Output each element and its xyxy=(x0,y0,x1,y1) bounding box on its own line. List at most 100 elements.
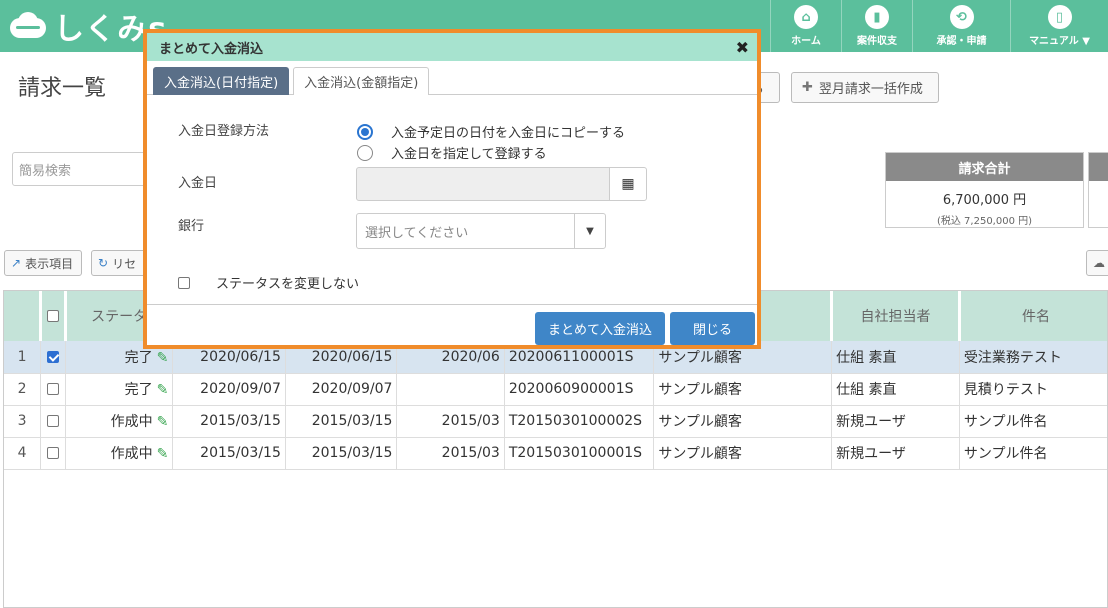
col-select[interactable] xyxy=(40,291,67,341)
tab-by-amount[interactable]: 入金消込(金額指定) xyxy=(293,67,430,95)
close-icon[interactable]: ✖ xyxy=(736,38,749,57)
status-text: 完了 xyxy=(124,349,153,366)
row-number: 1 xyxy=(4,341,42,374)
bulk-apply-button[interactable]: まとめて入金消込 xyxy=(535,312,665,345)
row-checkbox-cell[interactable] xyxy=(40,405,66,438)
payment-date-input[interactable] xyxy=(356,167,610,201)
nav-label: マニュアル ▼ xyxy=(1029,36,1090,47)
chart-icon: ▮ xyxy=(865,5,889,29)
pencil-icon[interactable]: ✎ xyxy=(157,414,169,430)
summary-tax-included: (税込 7,250,000 円) xyxy=(936,216,1033,227)
select-all-checkbox[interactable] xyxy=(47,310,60,322)
display-columns-button[interactable]: ↗ 表示項目 xyxy=(4,250,82,276)
col-subject[interactable]: 件名 xyxy=(959,291,1107,341)
reset-label: リセ xyxy=(112,256,137,271)
keep-status-option[interactable]: ステータスを変更しない xyxy=(178,273,359,292)
staff-cell: 新規ユーザ xyxy=(831,405,960,438)
row-checkbox[interactable] xyxy=(47,383,60,395)
customer-cell: サンプル顧客 xyxy=(653,373,833,406)
close-button[interactable]: 閉じる xyxy=(670,312,755,345)
radio-specify-date-label: 入金日を指定して登録する xyxy=(391,147,547,162)
next-month-bulk-button[interactable]: ✚ 翌月請求一括作成 xyxy=(791,72,939,103)
status-text: 完了 xyxy=(124,382,153,398)
cloud-download-button[interactable]: ☁ xyxy=(1086,250,1108,276)
home-icon: ⌂ xyxy=(794,5,818,29)
row-checkbox[interactable] xyxy=(47,447,60,459)
code-cell[interactable]: T2015030100002S xyxy=(504,405,655,438)
dialog-header: まとめて入金消込 ✖ xyxy=(147,33,757,61)
code-cell[interactable]: T2015030100001S xyxy=(504,437,655,470)
keep-status-checkbox[interactable] xyxy=(178,276,190,289)
status-cell: 作成中 ✎ xyxy=(65,437,174,470)
chevron-down-icon[interactable]: ▼ xyxy=(574,214,605,248)
summary-value: 6,700,000 円 xyxy=(942,193,1027,208)
subject-cell: サンプル件名 xyxy=(959,405,1107,438)
manual-icon: ▯ xyxy=(1047,5,1072,29)
table-row[interactable]: 2 完了 ✎ 2020/09/07 2020/09/07 202006090000… xyxy=(4,373,1107,406)
staff-cell: 新規ユーザ xyxy=(831,437,960,470)
status-cell: 完了 ✎ xyxy=(65,373,174,406)
bank-select[interactable]: 選択してください ▼ xyxy=(356,213,606,249)
invoice-total-panel: 請求合計 6,700,000 円 (税込 7,250,000 円) xyxy=(885,152,1084,228)
radio-specify-date[interactable]: 入金日を指定して登録する xyxy=(357,143,547,162)
dialog-tabs: 入金消込(日付指定) 入金消込(金額指定) xyxy=(147,61,757,95)
nav-project-balance[interactable]: ▮ 案件収支 xyxy=(841,0,912,52)
date-cell: 2015/03/15 xyxy=(172,405,286,438)
simple-search-input[interactable]: 簡易検索 xyxy=(12,152,157,186)
code-cell[interactable]: 2020060900001S xyxy=(504,373,655,406)
table-row[interactable]: 4 作成中 ✎ 2015/03/15 2015/03/15 2015/03 T20… xyxy=(4,437,1107,470)
bank-select-placeholder: 選択してください xyxy=(365,225,469,241)
pencil-icon[interactable]: ✎ xyxy=(157,446,169,462)
nav-manual[interactable]: ▯ マニュアル ▼ xyxy=(1010,0,1108,52)
row-checkbox-cell[interactable] xyxy=(40,341,66,374)
row-number: 3 xyxy=(4,405,42,438)
nav-approval[interactable]: ⟲ 承認・申請 xyxy=(912,0,1010,52)
pencil-icon[interactable]: ✎ xyxy=(157,350,169,366)
row-checkbox[interactable] xyxy=(47,350,60,363)
date-cell: 2020/09/07 xyxy=(285,373,398,406)
col-number xyxy=(4,291,43,341)
nav-label: ホーム xyxy=(791,36,821,47)
subject-cell: 見積りテスト xyxy=(959,373,1107,406)
radio-specify-date-button[interactable] xyxy=(357,144,373,161)
reset-button[interactable]: ↻ リセ xyxy=(91,250,151,276)
date-cell: 2020/09/07 xyxy=(172,373,286,406)
row-number: 2 xyxy=(4,373,42,406)
nav-home[interactable]: ⌂ ホーム xyxy=(770,0,841,52)
customer-cell: サンプル顧客 xyxy=(653,405,833,438)
bulk-payment-dialog: まとめて入金消込 ✖ 入金消込(日付指定) 入金消込(金額指定) 入金日登録方法… xyxy=(143,29,761,349)
payment-date-label: 入金日 xyxy=(178,176,218,191)
subject-cell: サンプル件名 xyxy=(959,437,1107,470)
staff-cell: 仕組 素直 xyxy=(831,373,960,406)
date-cell: 2015/03/15 xyxy=(285,405,398,438)
radio-copy-date-button[interactable] xyxy=(357,123,373,140)
date-cell: 2015/03/15 xyxy=(285,437,398,470)
row-checkbox[interactable] xyxy=(47,415,60,427)
month-cell: 2015/03 xyxy=(396,405,505,438)
col-staff[interactable]: 自社担当者 xyxy=(831,291,961,341)
top-nav-menu: ⌂ ホーム ▮ 案件収支 ⟲ 承認・申請 ▯ マニュアル ▼ xyxy=(770,0,1108,52)
bank-label: 銀行 xyxy=(178,219,205,234)
staff-cell: 仕組 素直 xyxy=(831,341,960,374)
nav-label: 承認・申請 xyxy=(936,36,987,47)
pencil-icon[interactable]: ✎ xyxy=(157,382,169,398)
row-checkbox-cell[interactable] xyxy=(40,437,66,470)
tab-by-date[interactable]: 入金消込(日付指定) xyxy=(153,67,290,95)
nav-label: 案件収支 xyxy=(857,36,897,47)
keep-status-label: ステータスを変更しない xyxy=(216,277,360,292)
status-cell: 作成中 ✎ xyxy=(65,405,174,438)
external-link-icon: ↗ xyxy=(11,256,22,270)
dialog-title: まとめて入金消込 xyxy=(159,41,264,57)
summary-head-2 xyxy=(1089,153,1108,181)
date-cell: 2015/03/15 xyxy=(172,437,286,470)
refresh-icon: ↻ xyxy=(98,256,109,270)
radio-copy-date[interactable]: 入金予定日の日付を入金日にコピーする xyxy=(357,122,625,141)
status-text: 作成中 xyxy=(110,446,153,462)
calendar-icon[interactable]: ▦ xyxy=(609,167,647,201)
summary-panel-2 xyxy=(1088,152,1108,228)
search-placeholder: 簡易検索 xyxy=(19,163,72,179)
table-row[interactable]: 3 作成中 ✎ 2015/03/15 2015/03/15 2015/03 T20… xyxy=(4,405,1107,438)
page-title: 請求一覧 xyxy=(18,76,107,101)
next-month-bulk-label: 翌月請求一括作成 xyxy=(818,82,923,97)
row-checkbox-cell[interactable] xyxy=(40,373,66,406)
